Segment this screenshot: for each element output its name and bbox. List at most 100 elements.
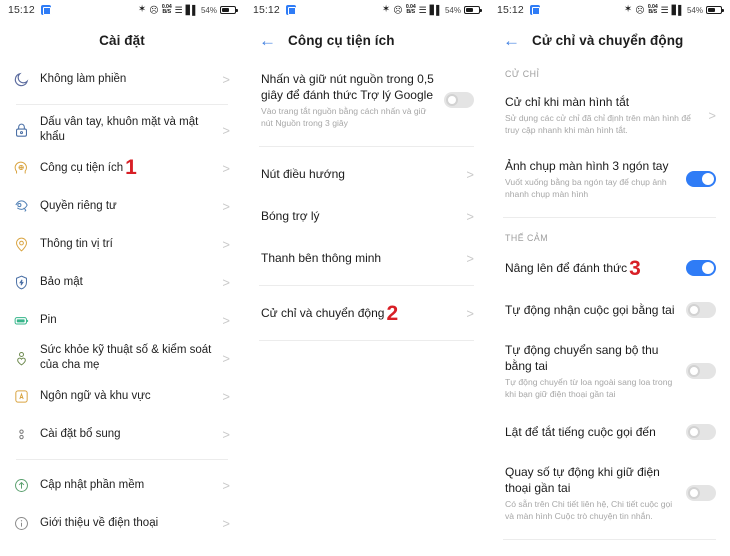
toggle-knob xyxy=(702,173,714,185)
toggle-auto-answer-by-ear[interactable] xyxy=(686,302,716,318)
row-title: Cử chỉ và chuyển động2 xyxy=(261,303,458,324)
sidebar-item-text: Công cụ tiện ích xyxy=(40,161,124,174)
row-text-block: Nhấn và giữ nút nguồn trong 0,5 giây để … xyxy=(261,71,444,129)
step-badge-2: 2 xyxy=(386,302,399,325)
chevron-right-icon: > xyxy=(222,71,230,87)
row-subtitle: Sử dụng các cử chỉ đã chỉ định trên màn … xyxy=(505,113,691,135)
signal-icon: ▋▌ xyxy=(671,4,685,15)
signal-icon: ▋▌ xyxy=(185,4,199,15)
mute-icon: ☹ xyxy=(635,4,645,15)
row-assistive-ball[interactable]: Bóng trợ lý > xyxy=(245,195,488,237)
toggle-auto-dial-near-ear[interactable] xyxy=(686,485,716,501)
row-control xyxy=(444,90,474,110)
row-control xyxy=(686,361,716,381)
row-subtitle: Vào trang tắt nguồn bằng cách nhấn và gi… xyxy=(261,106,427,128)
status-time: 15:12 xyxy=(253,4,280,16)
status-icons-group: ✶ ☹ 0.04 B/S ☰ ▋▌ 54% xyxy=(624,4,724,15)
sidebar-item-label: Cài đặt bổ sung xyxy=(40,427,121,440)
sidebar-item-label: Quyền riêng tư xyxy=(40,199,117,212)
sidebar-item-privacy[interactable]: Quyền riêng tư > xyxy=(0,187,244,225)
list-divider xyxy=(503,217,716,218)
three-panel-screenshot-strip: 15:12 ✶ ☹ 0.04 B/S ☰ ▋▌ 54% Cài đặt Không… xyxy=(0,0,730,556)
sidebar-item-security[interactable]: Bảo mật > xyxy=(0,263,244,301)
chevron-right-icon: > xyxy=(222,198,230,214)
row-screen-off-gestures[interactable]: Cử chỉ khi màn hình tắt Sử dụng các cử c… xyxy=(489,83,730,147)
row-text-block: Quay số tự động khi giữ điện thoại gần t… xyxy=(505,464,686,522)
row-title-text: Cử chỉ và chuyển động xyxy=(261,306,385,320)
row-text-block: Tự động chuyển sang bộ thu bằng tai Tự đ… xyxy=(505,342,686,400)
status-time: 15:12 xyxy=(497,4,524,16)
sidebar-item-digital-wellbeing[interactable]: Sức khỏe kỹ thuật số & kiểm soát của cha… xyxy=(0,339,244,377)
row-text-block: Cử chỉ khi màn hình tắt Sử dụng các cử c… xyxy=(505,94,708,136)
status-bar-panel1: 15:12 ✶ ☹ 0.04 B/S ☰ ▋▌ 54% xyxy=(0,0,244,20)
sidebar-item-additional-settings[interactable]: Cài đặt bổ sung > xyxy=(0,415,244,453)
row-subtitle: Tự động chuyển từ loa ngoài sang loa tro… xyxy=(505,377,673,399)
row-control: > xyxy=(466,206,474,226)
chevron-right-icon: > xyxy=(466,208,474,224)
sidebar-item-language-region[interactable]: Ngôn ngữ và khu vực > xyxy=(0,377,244,415)
signal-icon: ▋▌ xyxy=(429,4,443,15)
row-title: Nhấn và giữ nút nguồn trong 0,5 giây để … xyxy=(261,72,434,102)
row-title: Tự động nhận cuộc gọi bằng tai xyxy=(505,303,675,317)
step-badge-3: 3 xyxy=(629,257,641,280)
row-auto-dial-near-ear[interactable]: Quay số tự động khi giữ điện thoại gần t… xyxy=(489,453,730,533)
battery-percent-label: 54% xyxy=(686,5,703,15)
toggle-flip-to-mute[interactable] xyxy=(686,424,716,440)
sidebar-item-software-update[interactable]: Cập nhật phần mềm > xyxy=(0,466,244,504)
sidebar-item-about-phone[interactable]: Giới thiệu về điện thoại > xyxy=(0,504,244,542)
toggle-three-finger-screenshot[interactable] xyxy=(686,171,716,187)
row-auto-switch-to-receiver[interactable]: Tự động chuyển sang bộ thu bằng tai Tự đ… xyxy=(489,331,730,411)
titlebar-panel2: ← Công cụ tiện ích xyxy=(245,20,488,60)
back-arrow-icon[interactable]: ← xyxy=(259,32,276,49)
status-bar-panel2: 15:12 ✶ ☹ 0.04 B/S ☰ ▋▌ 54% xyxy=(245,0,488,20)
row-text-block: Ảnh chụp màn hình 3 ngón tay Vuốt xuống … xyxy=(505,158,686,200)
battery-percent-label: 54% xyxy=(444,5,461,15)
sidebar-item-label: Dấu vân tay, khuôn mặt và mật khẩu xyxy=(40,116,199,143)
row-text-block: Bóng trợ lý xyxy=(261,208,466,224)
toggle-knob xyxy=(688,304,700,316)
notification-app-icon xyxy=(529,5,540,15)
bluetooth-icon: ✶ xyxy=(137,4,147,15)
sidebar-item-convenience-tools[interactable]: Công cụ tiện ích1 > xyxy=(0,149,244,187)
chevron-right-icon: > xyxy=(222,312,230,328)
toggle-auto-switch-to-receiver[interactable] xyxy=(686,363,716,379)
sidebar-item-do-not-disturb[interactable]: Không làm phiền > xyxy=(0,60,244,98)
sidebar-item-battery[interactable]: Pin > xyxy=(0,301,244,339)
row-gestures-and-motion[interactable]: Cử chỉ và chuyển động2 > xyxy=(245,292,488,334)
wifi-icon: ☰ xyxy=(660,4,669,15)
row-title: Thanh bên thông minh xyxy=(261,251,382,265)
chevron-right-icon: > xyxy=(466,166,474,182)
wifi-icon: ☰ xyxy=(174,4,183,15)
row-title: Tự động chuyển sang bộ thu bằng tai xyxy=(505,343,659,373)
toggle-knob xyxy=(702,262,714,274)
head-gear-icon xyxy=(8,155,34,181)
toggle-raise-to-wake[interactable] xyxy=(686,260,716,276)
row-power-button-assistant[interactable]: Nhấn và giữ nút nguồn trong 0,5 giây để … xyxy=(245,60,488,140)
row-title: Nút điều hướng xyxy=(261,167,345,181)
list-divider xyxy=(16,104,228,105)
sidebar-item-location[interactable]: Thông tin vị trí > xyxy=(0,225,244,263)
row-smart-sidebar[interactable]: Thanh bên thông minh > xyxy=(245,237,488,279)
row-title: Nâng lên để đánh thức3 xyxy=(505,258,678,279)
list-divider xyxy=(16,459,228,460)
chevron-right-icon: > xyxy=(222,350,230,366)
back-arrow-icon[interactable]: ← xyxy=(503,32,520,49)
row-flip-to-mute[interactable]: Lật để tắt tiếng cuộc gọi đến xyxy=(489,411,730,453)
row-auto-answer-by-ear[interactable]: Tự động nhận cuộc gọi bằng tai xyxy=(489,289,730,331)
list-divider xyxy=(503,539,716,540)
chevron-right-icon: > xyxy=(708,107,716,123)
sidebar-item-label: Pin xyxy=(40,313,57,326)
data-speed-icon: 0.04 B/S xyxy=(647,4,658,15)
chevron-right-icon: > xyxy=(222,160,230,176)
notification-app-icon xyxy=(285,5,296,15)
battery-icon xyxy=(706,6,724,14)
sidebar-item-fingerprint-face-password[interactable]: Dấu vân tay, khuôn mặt và mật khẩu > xyxy=(0,111,244,149)
toggle-power-button-assistant[interactable] xyxy=(444,92,474,108)
row-three-finger-screenshot[interactable]: Ảnh chụp màn hình 3 ngón tay Vuốt xuống … xyxy=(489,147,730,211)
list-divider xyxy=(259,285,474,286)
settings-list: Không làm phiền > Dấu vân tay, khuôn mặt… xyxy=(0,60,244,542)
row-navigation-buttons[interactable]: Nút điều hướng > xyxy=(245,153,488,195)
page-title-settings: Cài đặt xyxy=(99,32,145,48)
page-title-gestures-motion: Cử chỉ và chuyển động xyxy=(532,32,684,48)
row-raise-to-wake[interactable]: Nâng lên để đánh thức3 xyxy=(489,247,730,289)
